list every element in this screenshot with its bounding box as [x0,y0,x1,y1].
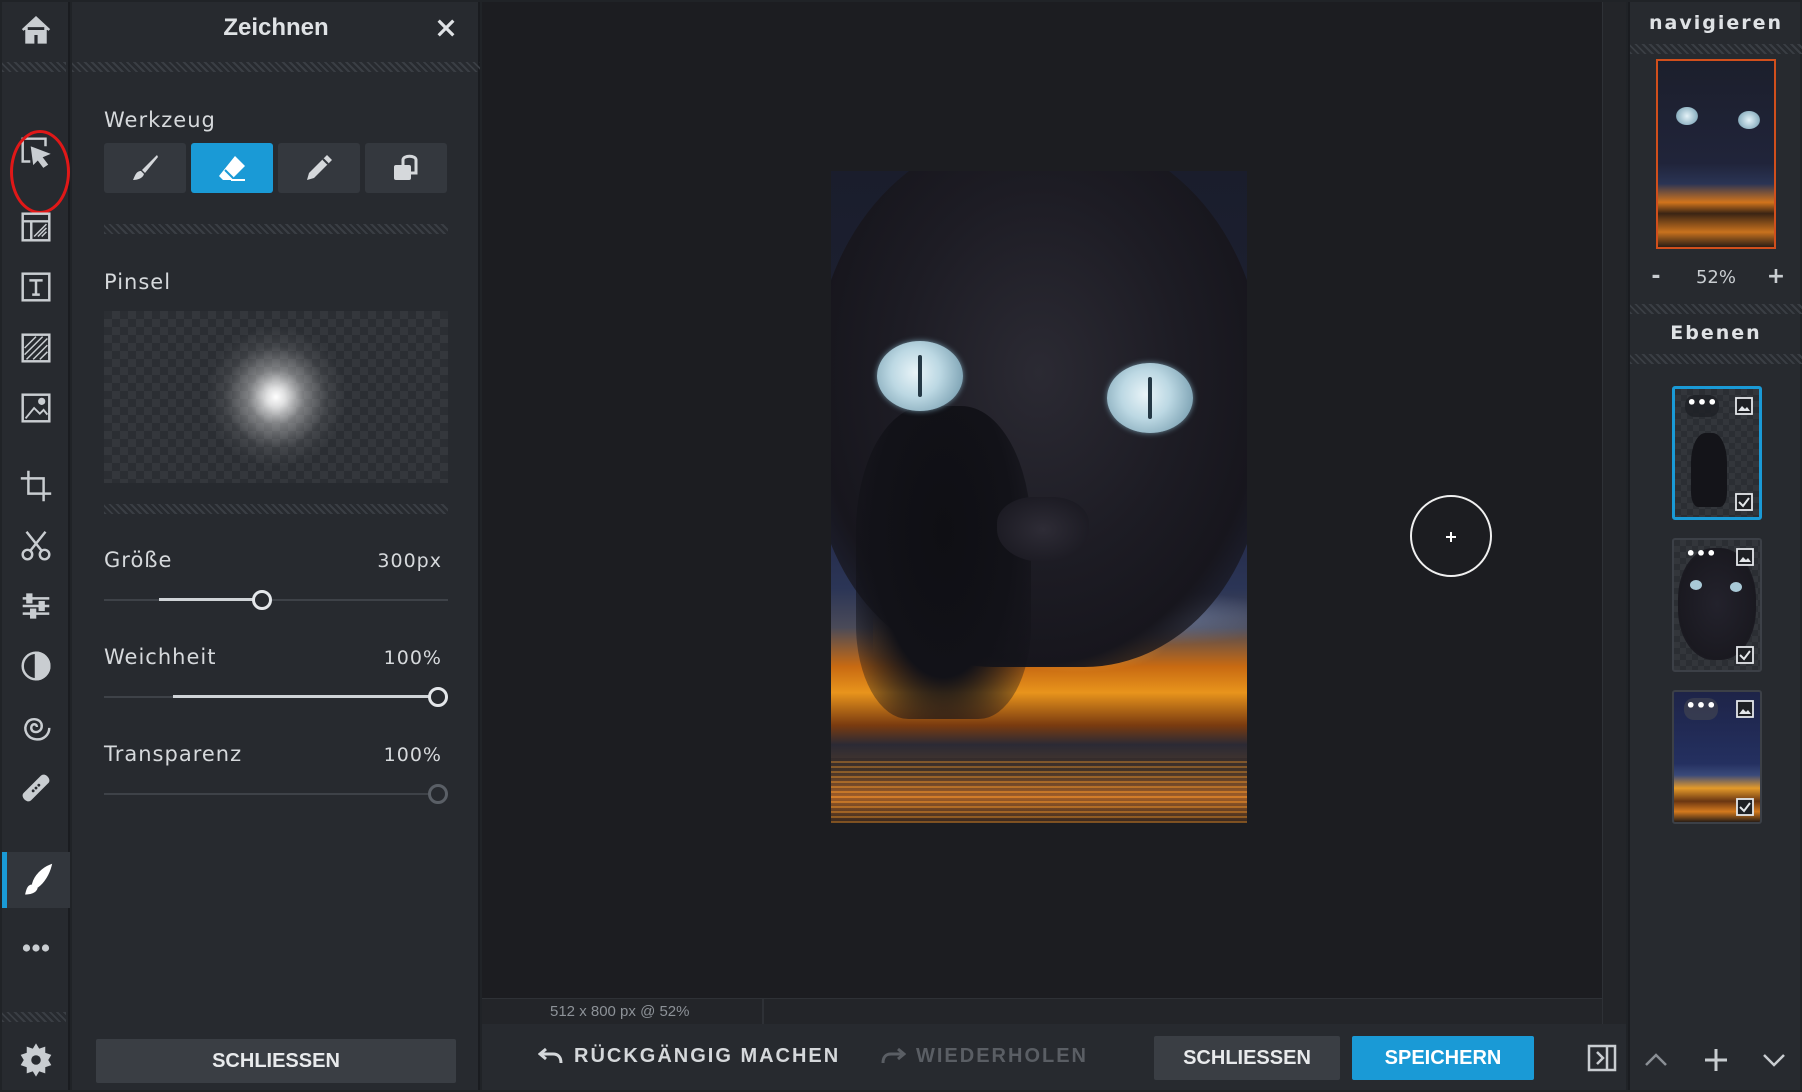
tool-rail [2,2,70,1090]
layer-menu-button[interactable]: ••• [1685,395,1719,417]
softness-value: 100% [383,647,442,669]
transparency-slider[interactable] [104,782,448,806]
brush-section-label: Pinsel [104,270,172,294]
transparency-slider-knob[interactable] [428,784,448,804]
more-icon[interactable] [2,920,70,976]
softness-slider-knob[interactable] [428,687,448,707]
draw-panel: Zeichnen Werkzeug Pinsel Größe 300px Wei… [72,2,480,1090]
brush-tool-button[interactable] [104,143,186,193]
navigator-divider [1630,44,1802,54]
pencil-tool-button[interactable] [278,143,360,193]
zoom-out-button[interactable]: - [1642,264,1670,289]
status-bar: 512 x 800 px @ 52% [482,998,1602,1025]
healing-icon[interactable] [2,760,70,816]
softness-slider-fill [173,695,437,698]
checkbox-icon[interactable] [1735,493,1753,511]
text-icon[interactable] [2,259,70,315]
image-icon [1735,397,1753,415]
layer-menu-button[interactable]: ••• [1684,546,1718,568]
navigator-thumbnail[interactable] [1656,59,1776,249]
panel-title: Zeichnen [223,14,329,41]
rail-divider-bottom [2,1012,66,1022]
swirl-icon[interactable] [2,698,70,754]
layer-item[interactable]: ••• [1672,690,1762,824]
eraser-tool-button[interactable] [191,143,273,193]
transparency-label: Transparenz [104,742,243,766]
zoom-control: - 52% + [1630,264,1802,294]
cat-eye-right [1107,363,1193,433]
image-icon[interactable] [2,380,70,436]
section-divider [104,224,448,234]
layer-move-down-icon[interactable] [1754,1040,1794,1080]
image-icon [1736,548,1754,566]
cat-body [855,405,1031,719]
checkbox-icon[interactable] [1736,646,1754,664]
transparency-value: 100% [383,744,442,766]
navigator-title: navigieren [1648,12,1784,34]
layer-item[interactable]: ••• [1672,538,1762,672]
size-slider-fill [159,598,262,601]
softness-slider[interactable] [104,685,448,709]
brush-glow [196,317,356,477]
section-divider [104,504,448,514]
layers-divider [1630,304,1802,314]
undo-button[interactable]: RÜCKGÄNGIG MACHEN [538,1036,840,1076]
save-button[interactable]: SPEICHERN [1352,1036,1534,1080]
home-icon[interactable] [2,2,70,58]
layout-icon[interactable] [2,199,70,255]
settings-icon[interactable] [2,1032,70,1088]
brush-preview [104,311,448,483]
checkbox-icon[interactable] [1736,798,1754,816]
layer-cat-silhouette [1691,433,1727,507]
redo-button[interactable]: WIEDERHOLEN [880,1036,1088,1076]
bottom-bar: RÜCKGÄNGIG MACHEN WIEDERHOLEN SCHLIESSEN… [482,1024,1626,1090]
stamp-tool-button[interactable] [365,143,447,193]
cat-eye-left [877,341,963,411]
redo-icon [881,1047,906,1064]
texture-icon[interactable] [2,320,70,376]
cut-icon[interactable] [2,518,70,574]
layers-title: Ebenen [1670,322,1762,344]
contrast-icon[interactable] [2,638,70,694]
cat-nose [997,497,1089,563]
stamp-icon [394,154,418,180]
layer-move-up-icon[interactable] [1636,1040,1676,1080]
adjust-icon[interactable] [2,578,70,634]
panel-close-button[interactable]: SCHLIESSEN [96,1039,456,1083]
size-slider-knob[interactable] [252,590,272,610]
rail-divider [2,62,66,72]
image-icon [1736,700,1754,718]
draw-icon[interactable] [2,852,70,908]
app-window: Zeichnen Werkzeug Pinsel Größe 300px Wei… [0,0,1802,1092]
sunset-sea [831,757,1247,823]
add-layer-icon[interactable] [1696,1040,1736,1080]
tool-section-label: Werkzeug [104,108,216,132]
image-dimensions: 512 x 800 px @ 52% [550,1003,690,1020]
zoom-value: 52% [1695,267,1736,288]
pencil-icon [307,155,332,180]
size-slider[interactable] [104,588,448,612]
layer-menu-button[interactable]: ••• [1684,698,1718,720]
panel-divider [72,62,480,72]
size-label: Größe [104,548,173,572]
layer-item[interactable]: ••• [1672,386,1762,520]
close-button[interactable]: SCHLIESSEN [1154,1036,1340,1080]
eraser-icon [219,156,245,181]
crop-icon[interactable] [2,458,70,514]
softness-label: Weichheit [104,645,217,669]
undo-icon [538,1047,563,1064]
layers-title-divider [1630,354,1802,364]
canvas-scrollbar[interactable] [1602,2,1626,1024]
collapse-panel-icon[interactable] [1582,1038,1622,1078]
brush-cursor [1410,495,1492,577]
brush-icon [133,155,158,180]
canvas-area[interactable] [482,2,1602,998]
zoom-in-button[interactable]: + [1762,264,1790,289]
canvas-image[interactable] [831,171,1247,823]
right-panel: navigieren - 52% + Ebenen ••• ••• ••• [1628,2,1802,1090]
size-value: 300px [377,550,442,572]
close-icon[interactable] [430,12,462,44]
